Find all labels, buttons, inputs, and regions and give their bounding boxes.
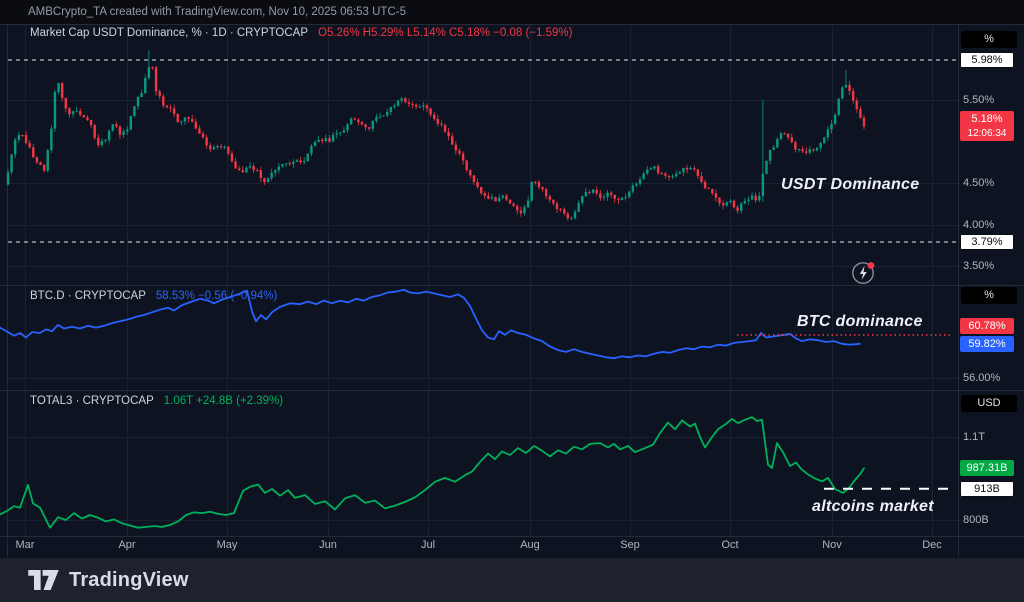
legend-usdt-ohlc-values: O5.26% H5.29% L5.14% C5.18% −0.08 (−1.59… <box>318 27 572 39</box>
legend-btc-values: 58.53% −0.56 (−0.94%) <box>156 290 277 302</box>
legend-total3[interactable]: TOTAL3 · CRYPTOCAP 1.06T +24.8B (+2.39%) <box>30 395 283 407</box>
tradingview-logo-icon[interactable] <box>28 570 59 590</box>
footer-brand[interactable]: TradingView <box>69 569 189 592</box>
annotation-btc-dominance[interactable]: BTC dominance <box>797 313 923 331</box>
legend-usdt-title: Market Cap USDT Dominance, % · 1D · CRYP… <box>30 27 308 39</box>
legend-total3-values: 1.06T +24.8B (+2.39%) <box>164 395 283 407</box>
axis-unit-button-usdt[interactable]: % <box>961 31 1017 48</box>
legend-btc-dominance[interactable]: BTC.D · CRYPTOCAP 58.53% −0.56 (−0.94%) <box>30 290 277 302</box>
legend-btc-title: BTC.D · CRYPTOCAP <box>30 290 146 302</box>
footer-bar: TradingView <box>0 558 1024 602</box>
annotation-altcoins-market[interactable]: altcoins market <box>812 498 934 516</box>
tradingview-chart-window: AMBCrypto_TA created with TradingView.co… <box>0 0 1024 602</box>
legend-usdt-dominance[interactable]: Market Cap USDT Dominance, % · 1D · CRYP… <box>30 27 572 39</box>
total3-line-series <box>0 417 864 528</box>
market-events-button[interactable] <box>853 262 875 283</box>
axis-unit-button-btc[interactable]: % <box>961 287 1017 304</box>
legend-total3-title: TOTAL3 · CRYPTOCAP <box>30 395 154 407</box>
axis-unit-button-total3[interactable]: USD <box>961 395 1017 412</box>
annotation-usdt-dominance[interactable]: USDT Dominance <box>781 176 919 194</box>
candlestick-series <box>7 50 865 221</box>
